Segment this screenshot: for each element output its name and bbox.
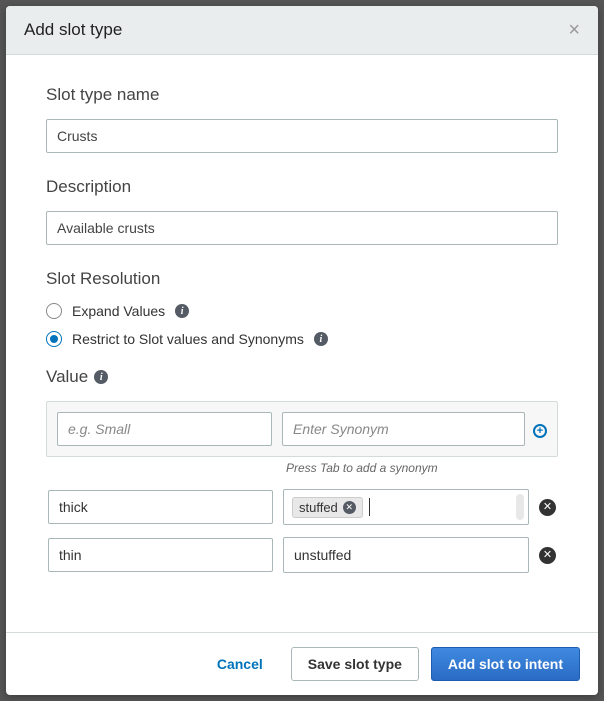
synonym-text: unstuffed [292,544,353,566]
token-text: stuffed [299,500,338,515]
value-label: Value i [46,367,558,387]
value-row: thin unstuffed ✕ [46,537,558,573]
radio-label: Expand Values [72,303,165,319]
add-slot-to-intent-button[interactable]: Add slot to intent [431,647,580,681]
synonyms-cell[interactable]: stuffed ✕ [283,489,529,525]
resolution-option-restrict[interactable]: Restrict to Slot values and Synonyms i [46,331,558,347]
radio-icon [46,303,62,319]
info-icon[interactable]: i [94,370,108,384]
save-slot-type-button[interactable]: Save slot type [291,647,419,681]
modal-header: Add slot type × [6,6,598,55]
text-cursor [369,498,370,516]
new-value-input[interactable] [57,412,272,446]
modal-title: Add slot type [24,20,122,40]
description-input[interactable] [46,211,558,245]
synonym-token: stuffed ✕ [292,497,363,518]
token-remove-icon[interactable]: ✕ [343,501,356,514]
resolution-radio-group: Expand Values i Restrict to Slot values … [46,303,558,347]
resolution-option-expand[interactable]: Expand Values i [46,303,558,319]
slot-resolution-label: Slot Resolution [46,269,558,289]
remove-value-icon[interactable]: ✕ [539,499,556,516]
new-synonym-input[interactable] [282,412,525,446]
value-cell[interactable]: thin [48,538,273,572]
radio-icon [46,331,62,347]
remove-value-icon[interactable]: ✕ [539,547,556,564]
value-cell[interactable]: thick [48,490,273,524]
modal-body: Slot type name Description Slot Resoluti… [6,55,598,632]
value-row: thick stuffed ✕ ✕ [46,489,558,525]
info-icon[interactable]: i [314,332,328,346]
cancel-button[interactable]: Cancel [201,648,279,680]
add-value-icon[interactable]: + [531,422,549,440]
slot-type-name-input[interactable] [46,119,558,153]
new-synonym-field: + [282,412,547,446]
info-icon[interactable]: i [175,304,189,318]
radio-label: Restrict to Slot values and Synonyms [72,331,304,347]
value-entry-row: + [46,401,558,457]
synonym-hint: Press Tab to add a synonym [286,461,558,475]
modal-footer: Cancel Save slot type Add slot to intent [6,632,598,695]
description-label: Description [46,177,558,197]
slot-type-name-label: Slot type name [46,85,558,105]
add-slot-type-modal: Add slot type × Slot type name Descripti… [6,6,598,695]
synonyms-cell[interactable]: unstuffed [283,537,529,573]
close-icon[interactable]: × [568,20,580,40]
